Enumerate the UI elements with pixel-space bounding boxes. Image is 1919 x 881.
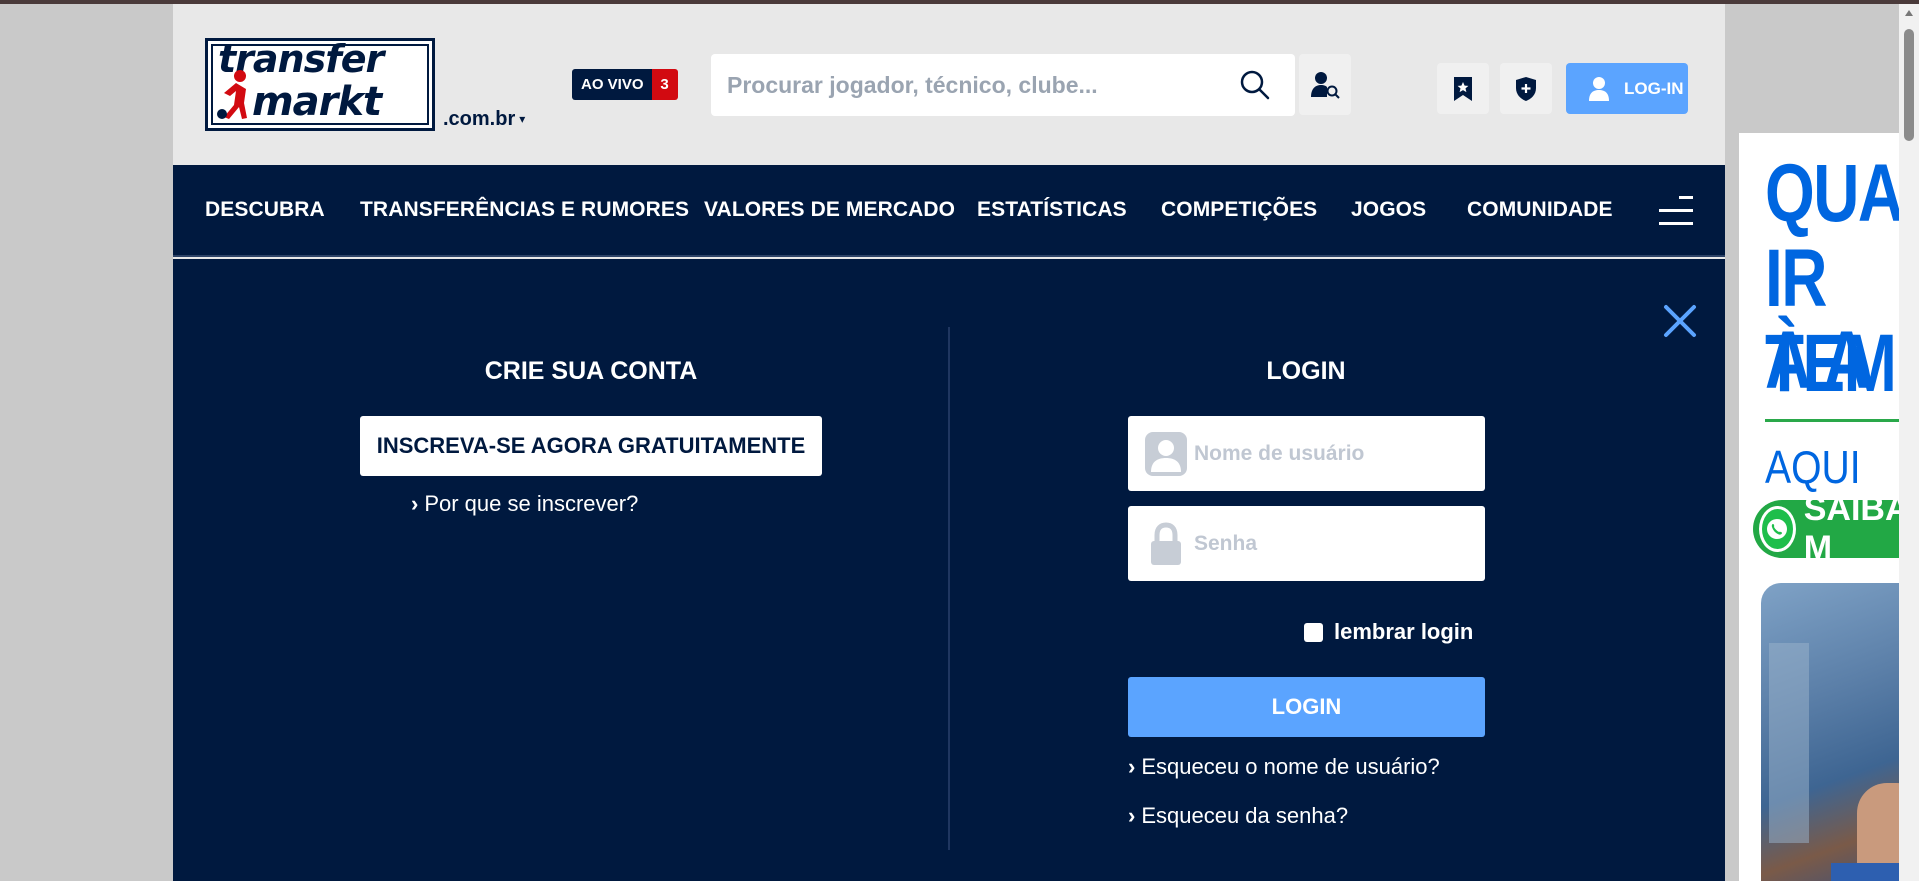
user-icon — [1589, 76, 1609, 101]
chevron-right-icon: › — [411, 491, 419, 516]
signup-title: CRIE SUA CONTA — [484, 357, 698, 385]
ad-sub-prefix: AQUI — [1765, 441, 1861, 493]
nav-item-market-values[interactable]: VALORES DE MERCADO — [704, 198, 955, 222]
nav-item-community[interactable]: COMUNIDADE — [1467, 198, 1613, 222]
why-signup-label: Por que se inscrever? — [424, 491, 639, 516]
live-count: 3 — [651, 69, 678, 100]
caret-down-icon: ▾ — [519, 112, 526, 126]
forgot-password-link[interactable]: › Esqueceu da senha? — [1128, 803, 1348, 829]
forgot-username-label: Esqueceu o nome de usuário? — [1141, 754, 1440, 779]
site-container: transfer markt .com.br ▾ AO VIVO 3 Procu… — [173, 4, 1725, 881]
ad-headline-3: TEM — [1765, 318, 1897, 409]
login-panel: CRIE SUA CONTA INSCREVA-SE AGORA GRATUIT… — [173, 259, 1725, 881]
live-label: AO VIVO — [572, 69, 652, 100]
logo-player-icon — [217, 70, 247, 119]
why-signup-link[interactable]: › Por que se inscrever? — [411, 491, 638, 517]
ad-divider — [1765, 419, 1899, 422]
hamburger-menu-icon[interactable] — [1659, 196, 1693, 226]
header-login-label: LOG-IN — [1624, 78, 1684, 98]
nav-item-descubra[interactable]: DESCUBRA — [205, 198, 325, 222]
transfermarkt-logo[interactable]: transfer markt — [205, 37, 435, 131]
remember-label: lembrar login — [1334, 619, 1474, 644]
login-submit-button[interactable]: LOGIN — [1128, 677, 1485, 737]
user-avatar-icon — [1145, 432, 1187, 476]
nav-item-transfers[interactable]: TRANSFERÊNCIAS E RUMORES — [360, 198, 689, 222]
forgot-password-label: Esqueceu da senha? — [1141, 803, 1349, 828]
forgot-username-link[interactable]: › Esqueceu o nome de usuário? — [1128, 754, 1440, 780]
nav-item-statistics[interactable]: ESTATÍSTICAS — [977, 198, 1127, 222]
site-header: transfer markt .com.br ▾ AO VIVO 3 Procu… — [173, 4, 1725, 165]
ad-whatsapp-button[interactable]: SAIBA M — [1753, 490, 1899, 567]
club-follow-button[interactable] — [1500, 63, 1552, 114]
login-title: LOGIN — [1266, 357, 1346, 385]
password-field — [1128, 506, 1485, 581]
close-icon[interactable] — [1662, 303, 1698, 339]
username-field — [1128, 416, 1485, 491]
remember-checkbox[interactable] — [1304, 622, 1323, 642]
search-box — [711, 54, 1295, 116]
sidebar-advertisement[interactable]: QUAN IR À A TEM AQUI V SAIBA M — [1739, 133, 1899, 881]
live-matches-badge[interactable]: AO VIVO 3 — [572, 69, 678, 100]
header-login-button[interactable]: LOG-IN — [1566, 63, 1688, 114]
page-scrollbar[interactable] — [1899, 4, 1919, 881]
signup-button[interactable]: INSCREVA-SE AGORA GRATUITAMENTE — [360, 416, 822, 476]
chevron-right-icon: › — [1128, 754, 1136, 779]
bookmark-star-icon — [1454, 76, 1472, 101]
logo-text-markt: markt — [252, 79, 382, 125]
search-icon[interactable] — [1239, 69, 1271, 101]
domain-label: .com.br — [443, 108, 516, 130]
remember-login[interactable]: lembrar login — [1304, 619, 1473, 645]
column-divider — [948, 327, 950, 850]
username-input[interactable] — [1194, 416, 1474, 491]
nav-item-matches[interactable]: JOGOS — [1351, 198, 1426, 222]
player-search-button[interactable] — [1299, 54, 1351, 115]
ad-headline-1: QUAN — [1765, 148, 1899, 239]
ad-pill-label: SAIBA M — [1803, 490, 1899, 567]
user-search-icon — [1311, 71, 1340, 99]
scrollbar-thumb[interactable] — [1904, 29, 1914, 141]
search-input[interactable] — [711, 54, 1231, 116]
chevron-right-icon: › — [1128, 803, 1136, 828]
whatsapp-icon — [1759, 506, 1796, 552]
ad-photo — [1761, 583, 1899, 881]
watchlist-button[interactable] — [1437, 63, 1489, 114]
shield-plus-icon — [1516, 76, 1536, 101]
lock-icon — [1151, 522, 1181, 565]
password-input[interactable] — [1194, 506, 1474, 581]
scroll-up-arrow-icon[interactable] — [1905, 10, 1913, 16]
nav-item-competitions[interactable]: COMPETIÇÕES — [1161, 198, 1317, 222]
domain-selector[interactable]: .com.br ▾ — [443, 108, 525, 131]
main-navigation: DESCUBRA TRANSFERÊNCIAS E RUMORES VALORE… — [173, 165, 1725, 257]
